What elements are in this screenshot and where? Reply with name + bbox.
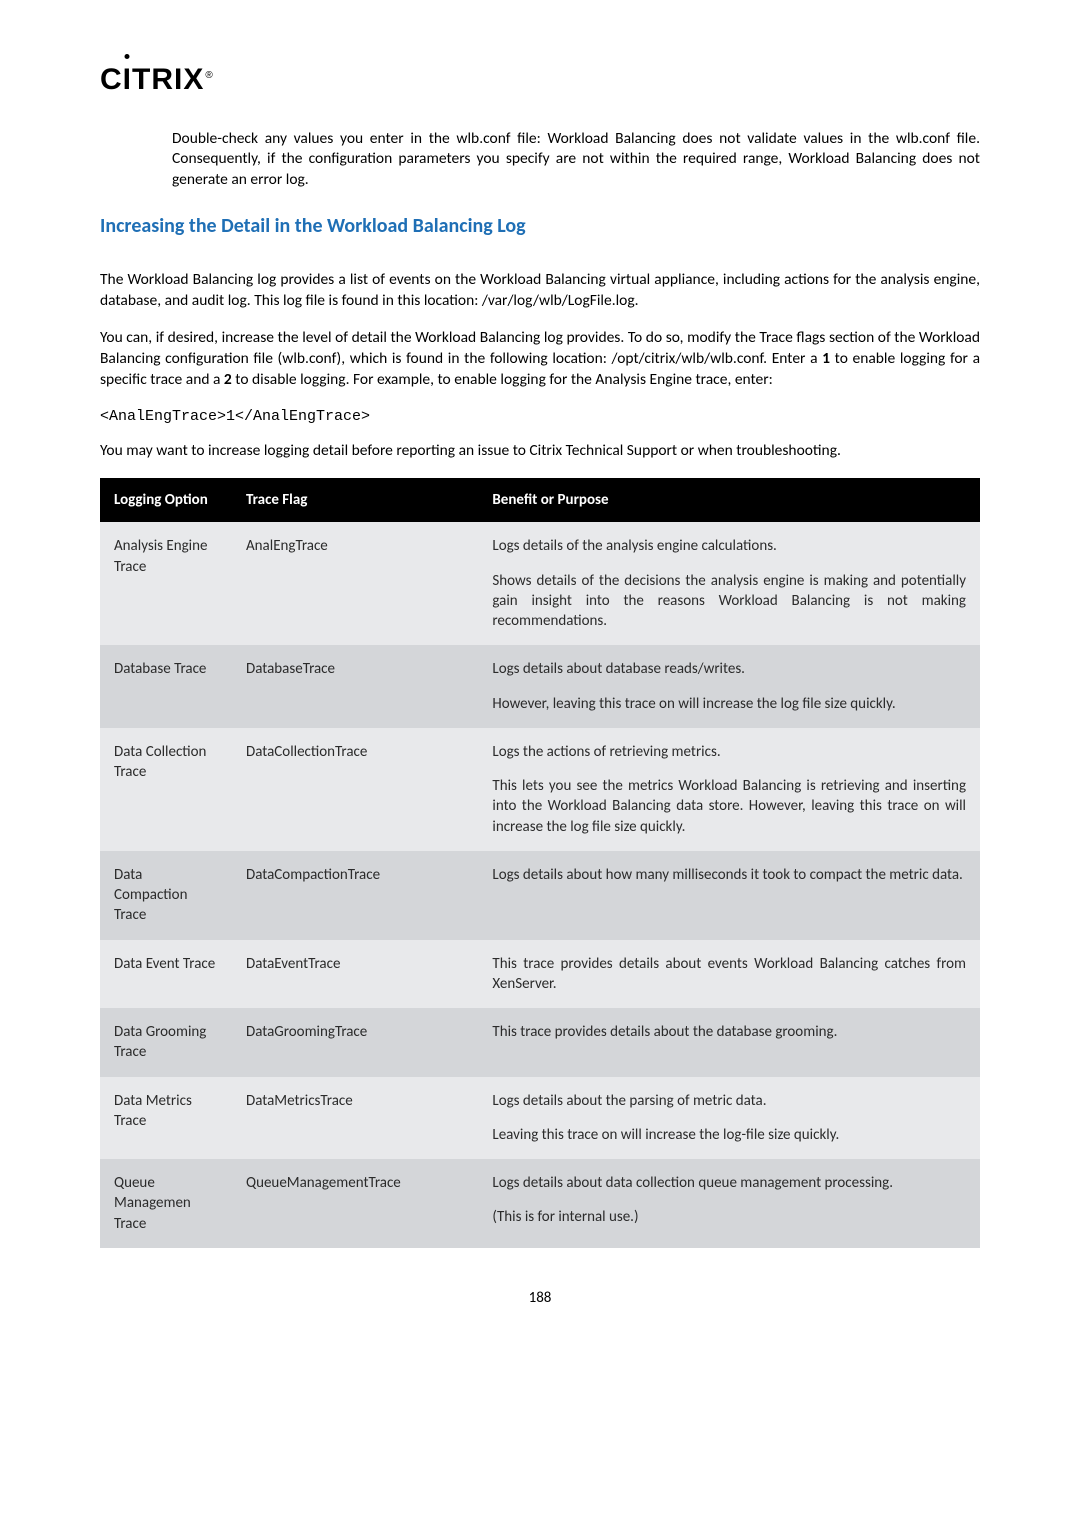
table-row: Queue Managemen TraceQueueManagementTrac… [100, 1159, 980, 1248]
cell-benefit: This trace provides details about the da… [478, 1008, 980, 1077]
cell-logging-option: Data Event Trace [100, 940, 232, 1009]
header-logging-option: Logging Option [100, 478, 232, 522]
paragraph-2: You can, if desired, increase the level … [100, 328, 980, 391]
cell-benefit: Logs details about data collection queue… [478, 1159, 980, 1248]
cell-benefit: Logs the actions of retrieving metrics. T… [478, 728, 980, 851]
paragraph-1: The Workload Balancing log provides a li… [100, 270, 980, 312]
cell-trace-flag: QueueManagementTrace [232, 1159, 478, 1248]
paragraph-3: You may want to increase logging detail … [100, 441, 980, 462]
para2-part-d: to disable logging. For example, to enab… [232, 370, 773, 389]
cell-benefit: Logs details about how many milliseconds… [478, 851, 980, 940]
cell-benefit-para: Logs details about the parsing of metric… [492, 1091, 966, 1111]
cell-benefit-para: (This is for internal use.) [492, 1207, 966, 1227]
cell-logging-option: Data Compaction Trace [100, 851, 232, 940]
cell-benefit-para: Shows details of the decisions the analy… [492, 571, 966, 632]
cell-trace-flag: AnalEngTrace [232, 522, 478, 645]
header-benefit: Benefit or Purpose [478, 478, 980, 522]
cell-logging-option: Data Grooming Trace [100, 1008, 232, 1077]
cell-logging-option: Data Collection Trace [100, 728, 232, 851]
cell-trace-flag: DatabaseTrace [232, 645, 478, 728]
code-sample: <AnalEngTrace>1</AnalEngTrace> [100, 407, 980, 427]
logo: CITRIX® [100, 60, 980, 101]
table-row: Data Event TraceDataEventTrace This trace… [100, 940, 980, 1009]
cell-benefit: This trace provides details about events… [478, 940, 980, 1009]
page-number: 188 [100, 1288, 980, 1308]
table-row: Data Compaction TraceDataCompactionTrace… [100, 851, 980, 940]
intro-paragraph: Double-check any values you enter in the… [100, 129, 980, 192]
cell-trace-flag: DataGroomingTrace [232, 1008, 478, 1077]
section-heading: Increasing the Detail in the Workload Ba… [100, 213, 980, 240]
cell-logging-option: Database Trace [100, 645, 232, 728]
cell-trace-flag: DataCompactionTrace [232, 851, 478, 940]
para2-bold-1: 1 [822, 349, 830, 368]
cell-logging-option: Data Metrics Trace [100, 1077, 232, 1160]
table-row: Data Collection TraceDataCollectionTrace… [100, 728, 980, 851]
cell-benefit: Logs details about the parsing of metric… [478, 1077, 980, 1160]
cell-benefit-para: However, leaving this trace on will incr… [492, 694, 966, 714]
table-row: Data Metrics TraceDataMetricsTrace Logs d… [100, 1077, 980, 1160]
cell-benefit-para: Logs the actions of retrieving metrics. [492, 742, 966, 762]
cell-benefit: Logs details about database reads/writes… [478, 645, 980, 728]
cell-benefit: Logs details of the analysis engine calc… [478, 522, 980, 645]
cell-logging-option: Analysis Engine Trace [100, 522, 232, 645]
cell-trace-flag: DataCollectionTrace [232, 728, 478, 851]
cell-trace-flag: DataMetricsTrace [232, 1077, 478, 1160]
cell-benefit-para: Logs details about database reads/writes… [492, 659, 966, 679]
para2-bold-2: 2 [224, 370, 232, 389]
cell-benefit-para: This trace provides details about events… [492, 954, 966, 995]
table-header-row: Logging Option Trace Flag Benefit or Pur… [100, 478, 980, 522]
logo-text: CITRIX [100, 63, 204, 96]
table-row: Database TraceDatabaseTrace Logs details … [100, 645, 980, 728]
cell-benefit-para: This lets you see the metrics Workload B… [492, 776, 966, 837]
cell-benefit-para: This trace provides details about the da… [492, 1022, 966, 1042]
logo-reg: ® [205, 70, 213, 81]
table-row: Data Grooming TraceDataGroomingTrace This… [100, 1008, 980, 1077]
header-trace-flag: Trace Flag [232, 478, 478, 522]
cell-benefit-para: Leaving this trace on will increase the … [492, 1125, 966, 1145]
cell-benefit-para: Logs details of the analysis engine calc… [492, 536, 966, 556]
cell-trace-flag: DataEventTrace [232, 940, 478, 1009]
cell-benefit-para: Logs details about how many milliseconds… [492, 865, 966, 885]
trace-flags-table: Logging Option Trace Flag Benefit or Pur… [100, 478, 980, 1248]
cell-benefit-para: Logs details about data collection queue… [492, 1173, 966, 1193]
cell-logging-option: Queue Managemen Trace [100, 1159, 232, 1248]
table-row: Analysis Engine TraceAnalEngTrace Logs de… [100, 522, 980, 645]
